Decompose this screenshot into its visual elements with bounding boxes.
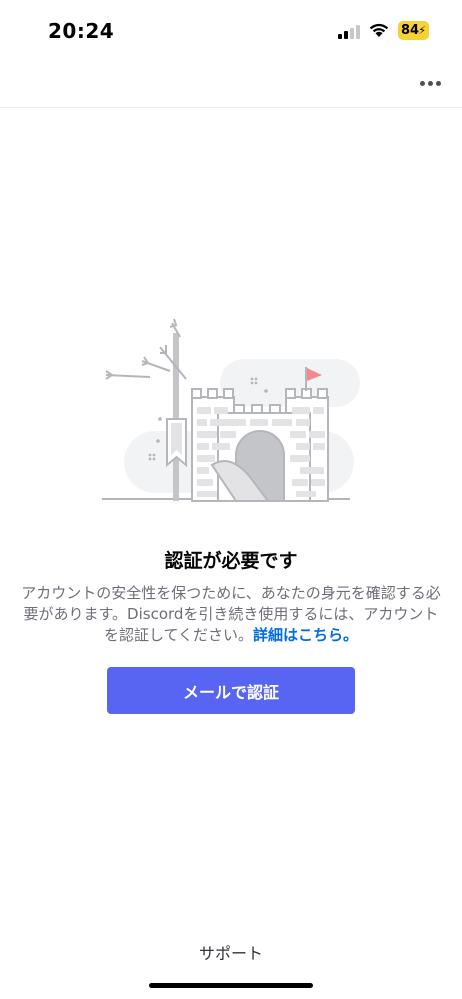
status-bar: 20:24 84 ⚡ bbox=[0, 0, 462, 60]
verification-description: アカウントの安全性を保つために、あなたの身元を確認する必要があります。Disco… bbox=[20, 583, 442, 646]
home-indicator[interactable] bbox=[149, 983, 313, 988]
verify-with-email-button[interactable]: メールで認証 bbox=[107, 667, 355, 714]
ellipsis-icon bbox=[419, 80, 425, 86]
battery-indicator: 84 ⚡ bbox=[398, 21, 429, 40]
support-link[interactable]: サポート bbox=[0, 940, 462, 964]
more-options-button[interactable] bbox=[416, 69, 444, 97]
wifi-icon bbox=[369, 23, 389, 37]
description-text: アカウントの安全性を保つために、あなたの身元を確認する必要があります。Disco… bbox=[21, 584, 441, 644]
ellipsis-dot bbox=[427, 80, 433, 86]
status-time: 20:24 bbox=[48, 19, 115, 43]
learn-more-link[interactable]: 詳細はこちら。 bbox=[253, 626, 358, 644]
battery-level: 84 bbox=[401, 23, 420, 38]
top-header bbox=[0, 60, 462, 108]
page-title: 認証が必要です bbox=[164, 550, 298, 572]
cellular-signal-icon bbox=[338, 25, 360, 39]
charging-bolt-icon: ⚡ bbox=[418, 24, 426, 37]
verification-screen: 20:24 84 ⚡ 認証が必要です アカウントの安全性を保つために、あなたの身… bbox=[0, 0, 462, 999]
ellipsis-dot bbox=[435, 80, 441, 86]
castle-illustration bbox=[102, 318, 360, 502]
